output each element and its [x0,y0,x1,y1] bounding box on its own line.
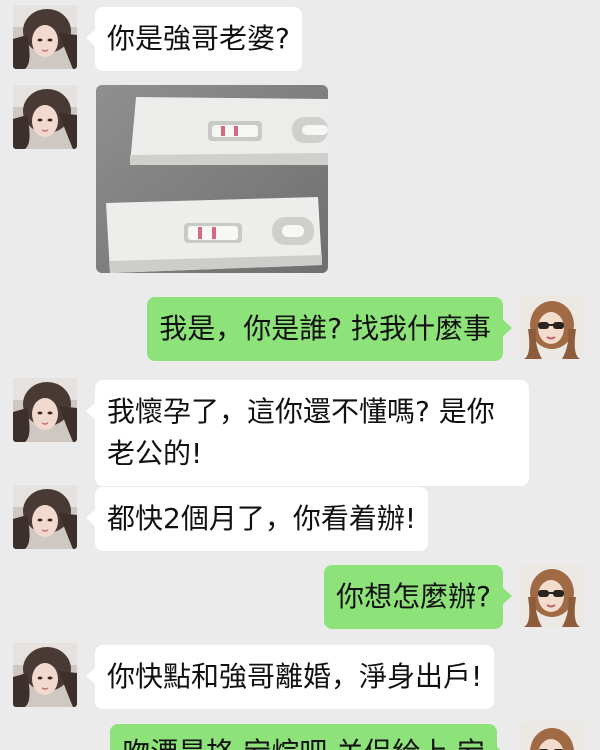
message-text: 吻漂是挌 宕烷吧 关侣給上 宕 [122,736,485,750]
message-row: 你想怎麼辦? [0,563,600,629]
message-row: 你是強哥老婆? [0,5,600,71]
chat-bubble-outgoing[interactable]: 你想怎麼辦? [324,565,512,629]
message-text: 你是強哥老婆? [107,22,290,55]
sunglasses-girl-avatar-icon[interactable] [520,563,584,627]
message-row: 你快點和強哥離婚，淨身出戶! [0,643,600,709]
message-text: 我懷孕了，這你還不懂嗎? 是你老公的! [107,395,495,470]
chat-bubble-outgoing[interactable]: 吻漂是挌 宕烷吧 关侣給上 宕 [110,724,506,750]
message-row: 我是，你是誰? 找我什麼事 [0,295,600,361]
message-text: 你快點和強哥離婚，淨身出戶! [107,660,483,693]
girl-avatar-icon[interactable] [13,378,77,442]
girl-avatar-icon[interactable] [13,643,77,707]
message-text: 我是，你是誰? 找我什麼事 [159,312,491,345]
message-row: 都快2個月了，你看着辦! [0,485,600,551]
chat-bubble-incoming[interactable]: 你是強哥老婆? [86,7,302,71]
sunglasses-girl-avatar-icon[interactable] [520,295,584,359]
pregnancy-test-photo[interactable] [96,85,328,273]
girl-avatar-icon[interactable] [13,5,77,69]
chat-bubble-incoming[interactable]: 你快點和強哥離婚，淨身出戶! [85,645,495,709]
chat-bubble-incoming[interactable]: 都快2個月了，你看着辦! [85,487,429,551]
girl-avatar-icon[interactable] [13,85,77,149]
chat-bubble-outgoing[interactable]: 我是，你是誰? 找我什麼事 [147,297,512,361]
message-text: 都快2個月了，你看着辦! [107,502,417,535]
message-text: 你想怎麼辦? [336,580,491,613]
message-row [0,85,600,273]
chat-bubble-incoming[interactable]: 我懷孕了，這你還不懂嗎? 是你老公的! [86,380,529,486]
girl-avatar-icon[interactable] [13,485,77,549]
message-row: 我懷孕了，這你還不懂嗎? 是你老公的! [0,378,600,486]
message-row: 吻漂是挌 宕烷吧 关侣給上 宕 [0,722,600,750]
sunglasses-girl-avatar-icon[interactable] [520,722,584,750]
